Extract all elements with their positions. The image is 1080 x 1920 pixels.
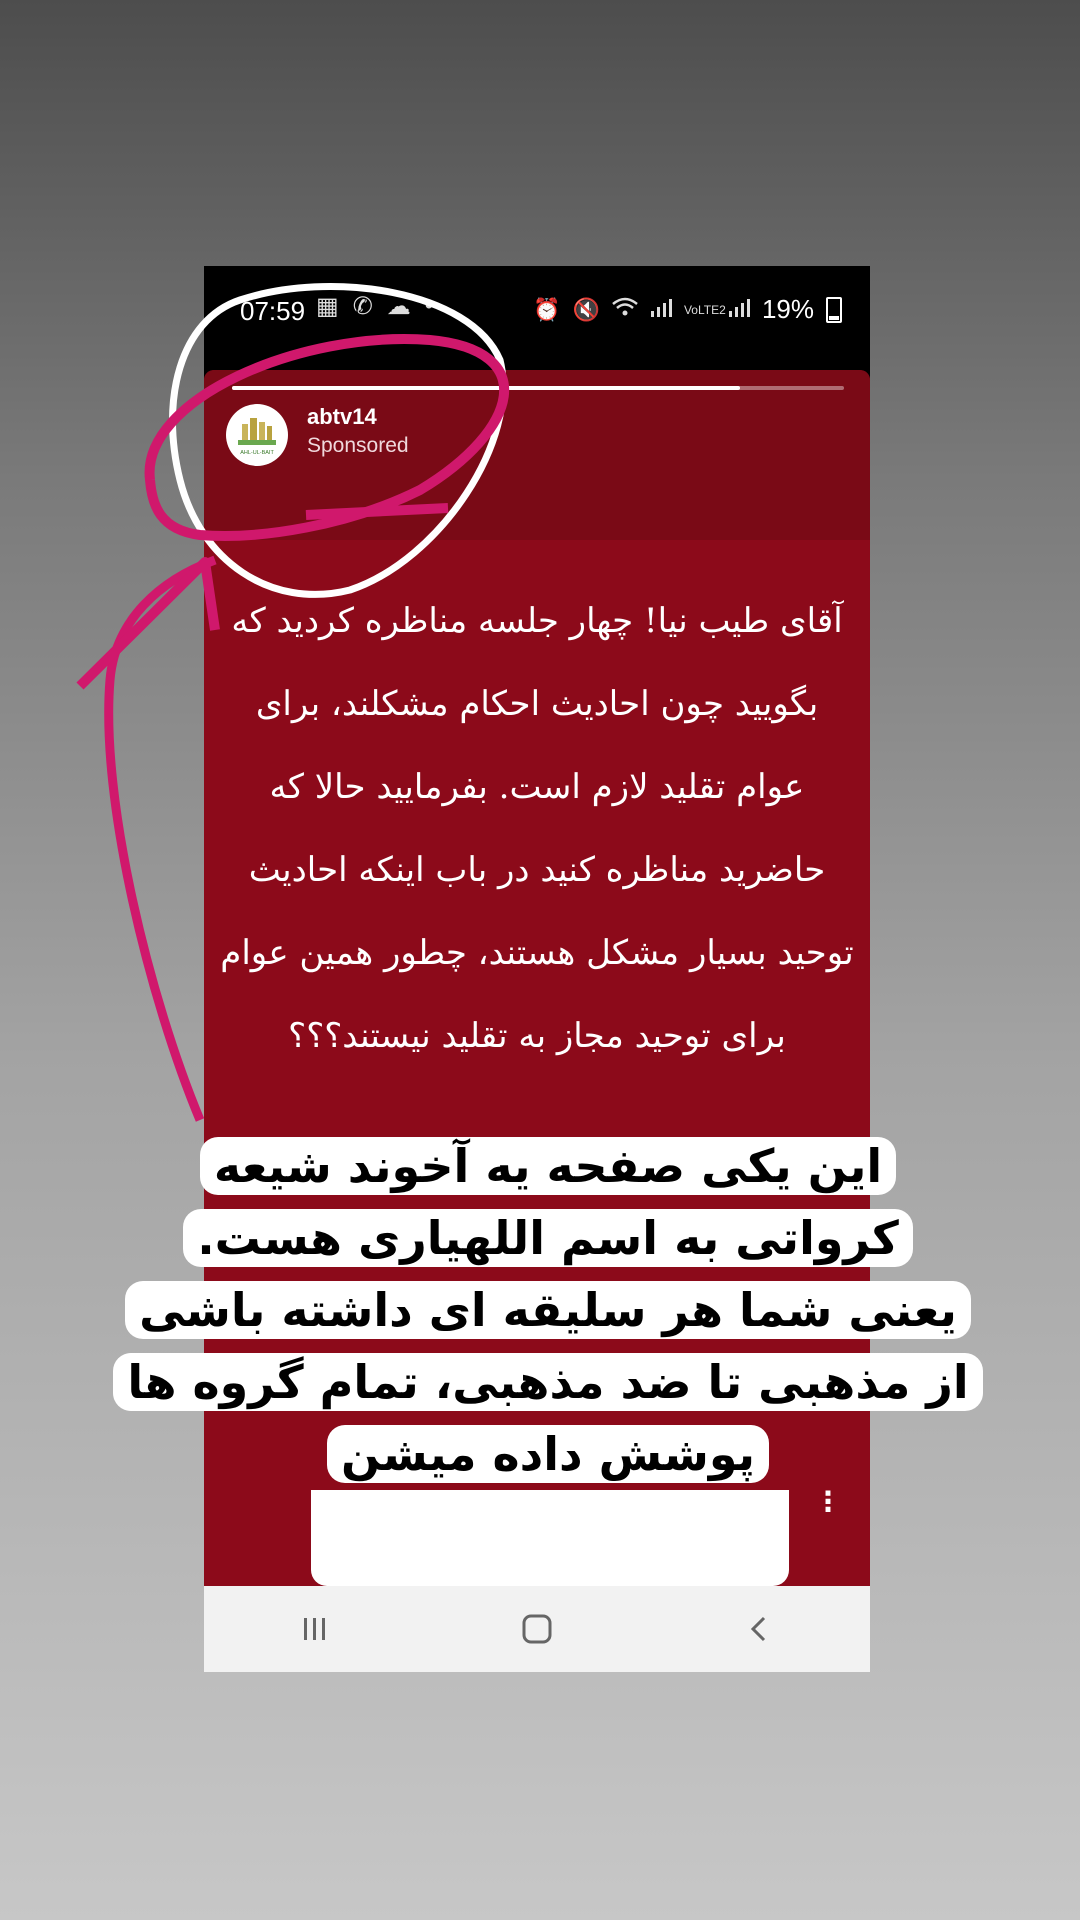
caption-line: کرواتی به اسم اللهیاری هست.: [183, 1209, 913, 1267]
caption-line: یعنی شما هر سلیقه ای داشته باشی: [125, 1281, 971, 1339]
caption-line: از مذهبی تا ضد مذهبی، تمام گروه ها: [113, 1353, 983, 1411]
white-circle-annotation: [169, 283, 507, 598]
overlay-caption: این یکی صفحه یه آخوند شیعه کرواتی به اسم…: [90, 1130, 1006, 1490]
caption-line: پوشش داده میشن: [327, 1425, 769, 1483]
pink-underline-annotation: [305, 503, 449, 520]
caption-line: این یکی صفحه یه آخوند شیعه: [199, 1137, 897, 1195]
caption-background-tail: [311, 1490, 789, 1586]
pink-ellipse-annotation: [144, 334, 510, 541]
pink-arrowhead-annotation: [76, 557, 220, 690]
annotation-overlay: [76, 283, 510, 1122]
